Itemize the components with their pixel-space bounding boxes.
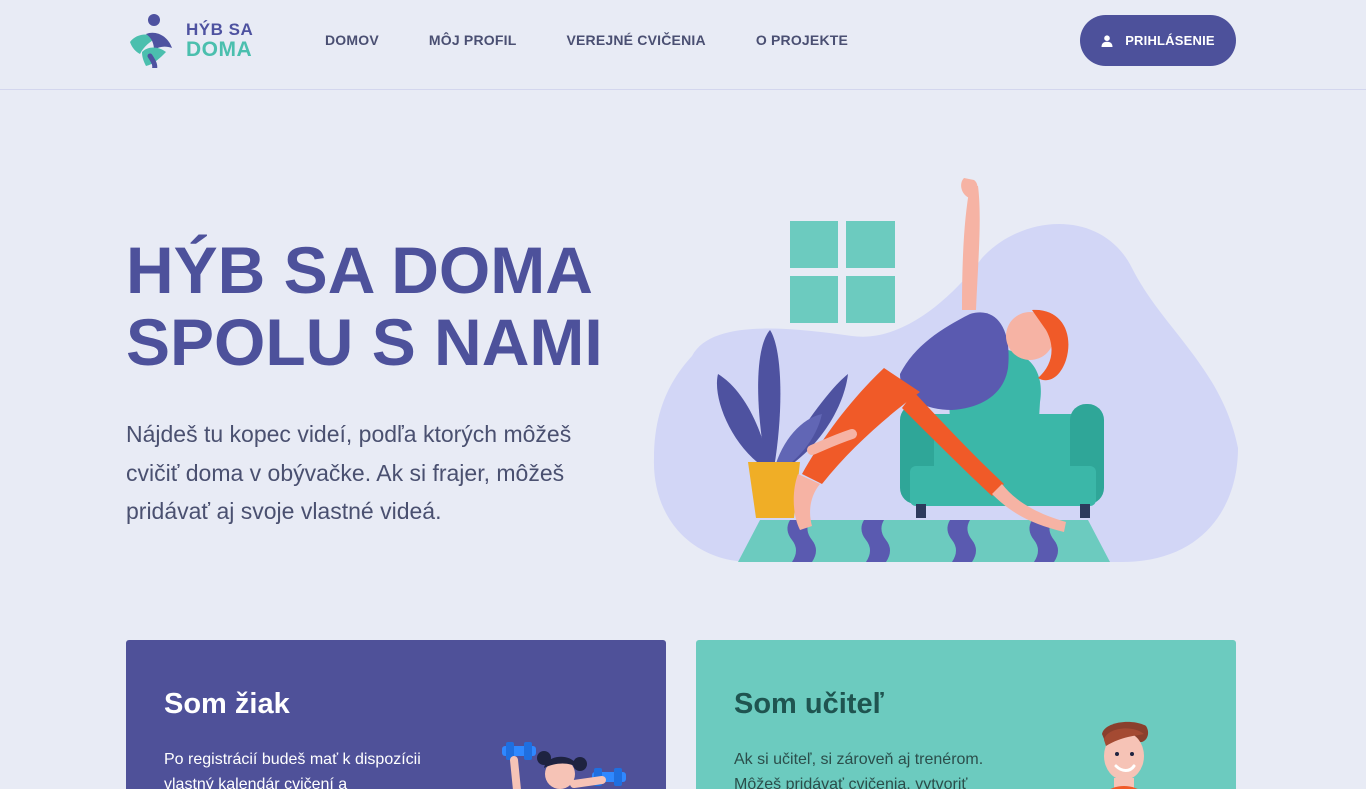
teacher-illustration [1102, 721, 1149, 789]
teacher-card-text: Ak si učiteľ, si zároveň aj trenérom. Mô… [734, 751, 984, 789]
hero-subtitle: Nájdeš tu kopec videí, podľa ktorých môž… [126, 421, 572, 524]
logo-text: HÝB SA DOMA [186, 20, 253, 60]
login-label: PRIHLÁSENIE [1125, 33, 1215, 48]
logo-line-1: HÝB SA [186, 20, 254, 39]
nav-public-exercises[interactable]: VEREJNÉ CVIČENIA [566, 31, 705, 51]
student-card-text: Po registrácií budeš mať k dispozícii vl… [164, 751, 421, 789]
login-button[interactable]: PRIHLÁSENIE [1080, 15, 1236, 66]
teacher-card-title: Som učiteľ [734, 688, 884, 720]
site-header: HÝB SA DOMA DOMOV MÔJ PROFIL VEREJNÉ CVI… [0, 0, 1366, 90]
hero-title-line-2: SPOLU S NAMI [126, 305, 603, 379]
student-card[interactable]: Som žiak Po registrácií budeš mať k disp… [126, 640, 666, 789]
logo-line-2: DOMA [186, 38, 253, 61]
student-card-title: Som žiak [164, 688, 290, 720]
hero-illustration [653, 178, 1238, 562]
hero-title-line-1: HÝB SA DOMA [126, 233, 593, 307]
logo[interactable]: HÝB SA DOMA [126, 12, 266, 68]
nav-about-project[interactable]: O PROJEKTE [756, 31, 848, 51]
hero-title: HÝB SA DOMA SPOLU S NAMI [126, 234, 646, 378]
student-illustration [502, 742, 626, 789]
window-icon [790, 221, 895, 323]
teacher-card[interactable]: Som učiteľ Ak si učiteľ, si zároveň aj t… [696, 640, 1236, 789]
main-nav: DOMOV MÔJ PROFIL VEREJNÉ CVIČENIA O PROJ… [325, 31, 898, 51]
user-icon [1101, 34, 1113, 47]
logo-figure-icon [130, 14, 172, 68]
nav-my-profile[interactable]: MÔJ PROFIL [429, 31, 517, 51]
nav-home[interactable]: DOMOV [325, 31, 379, 51]
